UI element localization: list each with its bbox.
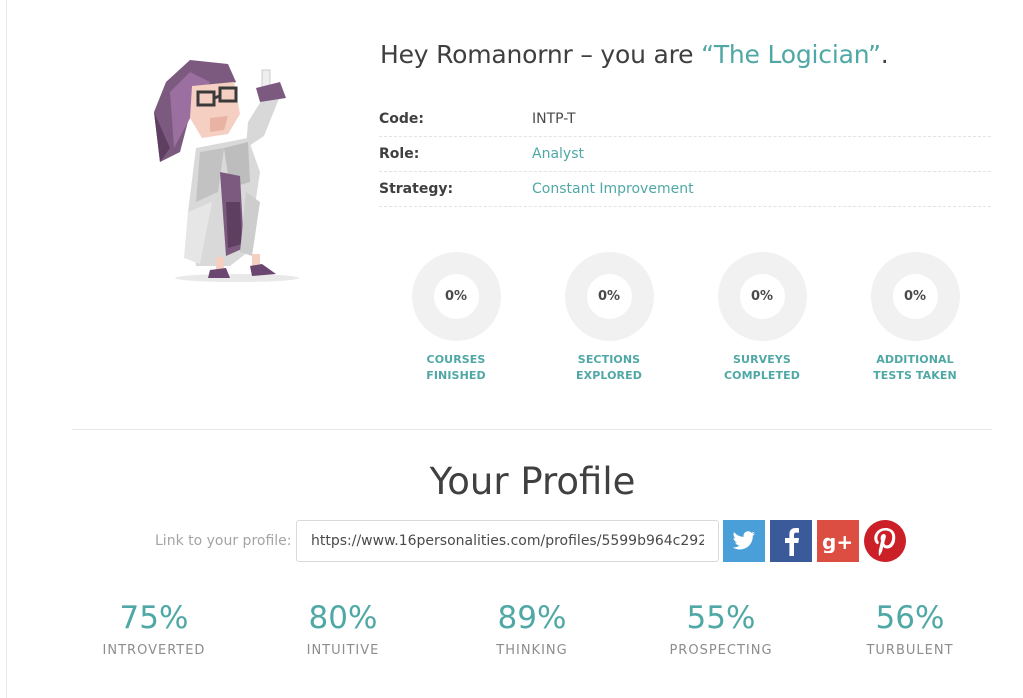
trait-percentage: 75% xyxy=(119,600,189,636)
info-value-code: INTP-T xyxy=(532,111,576,127)
trait-name: INTROVERTED xyxy=(102,643,206,658)
progress-ring: 0% xyxy=(717,252,807,341)
profile-link-label: Link to your profile: xyxy=(155,533,292,549)
info-row-strategy: Strategy: Constant Improvement xyxy=(379,172,991,207)
trait-percentage: 89% xyxy=(497,600,567,636)
stat-sections-explored: 0% SECTIONS EXPLORED xyxy=(549,252,669,384)
progress-ring: 0% xyxy=(411,252,501,341)
profile-section-title: Your Profile xyxy=(429,460,636,503)
info-key: Role: xyxy=(379,146,420,162)
greeting-prefix: Hey Romanornr – you are xyxy=(380,40,702,69)
personality-type-name: “The Logician” xyxy=(701,40,881,69)
facebook-share-button[interactable] xyxy=(770,520,812,562)
stat-label: SURVEYS COMPLETED xyxy=(723,353,800,382)
trait-name: TURBULENT xyxy=(866,643,954,658)
stat-label: SECTIONS EXPLORED xyxy=(576,353,642,382)
trait-percentage: 80% xyxy=(308,600,378,636)
greeting-heading: Hey Romanornr – you are “The Logician”. xyxy=(380,40,889,69)
facebook-icon xyxy=(785,528,799,556)
stat-label: ADDITIONAL TESTS TAKEN xyxy=(873,353,957,382)
stat-label: COURSES FINISHED xyxy=(426,353,486,382)
info-key: Code: xyxy=(379,111,425,127)
stat-value: 0% xyxy=(586,274,632,319)
profile-link-field[interactable] xyxy=(296,520,719,562)
trait-introverted: 75% INTROVERTED xyxy=(84,600,224,658)
trait-turbulent: 56% TURBULENT xyxy=(840,600,980,658)
pinterest-share-button[interactable] xyxy=(864,520,906,562)
trait-percentage: 55% xyxy=(686,600,756,636)
stat-surveys-completed: 0% SURVEYS COMPLETED xyxy=(702,252,822,384)
trait-prospecting: 55% PROSPECTING xyxy=(651,600,791,658)
info-key: Strategy: xyxy=(379,181,454,197)
svg-text:g+: g+ xyxy=(822,530,853,553)
section-divider xyxy=(72,429,992,430)
twitter-share-button[interactable] xyxy=(723,520,765,562)
role-link[interactable]: Analyst xyxy=(532,146,584,162)
google-plus-icon: g+ xyxy=(822,530,853,553)
progress-ring: 0% xyxy=(564,252,654,341)
strategy-link[interactable]: Constant Improvement xyxy=(532,181,694,197)
stat-additional-tests: 0% ADDITIONAL TESTS TAKEN xyxy=(855,252,975,384)
google-plus-share-button[interactable]: g+ xyxy=(817,520,859,562)
trait-name: INTUITIVE xyxy=(306,643,380,658)
progress-ring: 0% xyxy=(870,252,960,341)
stat-courses-finished: 0% COURSES FINISHED xyxy=(396,252,516,384)
trait-percentage: 56% xyxy=(875,600,945,636)
progress-stats: 0% COURSES FINISHED 0% SECTIONS EXPLORED 0… xyxy=(0,252,1023,392)
twitter-icon xyxy=(732,531,755,550)
stat-value: 0% xyxy=(433,274,479,319)
pinterest-icon xyxy=(864,520,906,562)
trait-thinking: 89% THINKING xyxy=(462,600,602,658)
stat-value: 0% xyxy=(739,274,785,319)
stat-value: 0% xyxy=(892,274,938,319)
greeting-suffix: . xyxy=(880,40,889,69)
trait-name: THINKING xyxy=(496,643,568,658)
info-row-role: Role: Analyst xyxy=(379,137,991,172)
personality-info-table: Code: INTP-T Role: Analyst Strategy: Con… xyxy=(379,102,991,207)
trait-name: PROSPECTING xyxy=(669,643,773,658)
info-row-code: Code: INTP-T xyxy=(379,102,991,137)
trait-intuitive: 80% INTUITIVE xyxy=(273,600,413,658)
